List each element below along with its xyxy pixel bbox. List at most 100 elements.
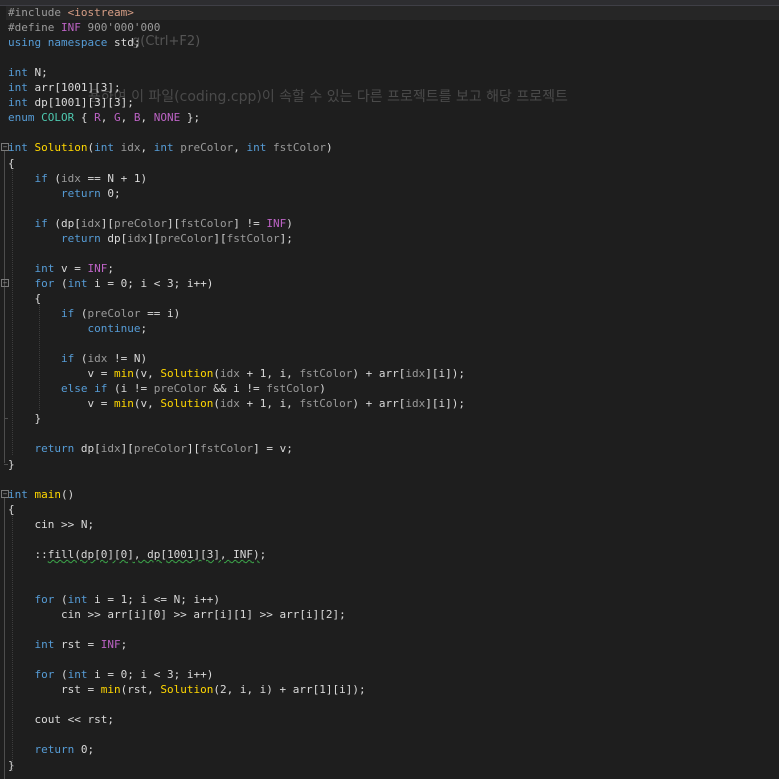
code-line[interactable]: int v = INF; [8, 261, 115, 276]
code-token: return [34, 743, 75, 757]
code-line[interactable]: cin >> N; [8, 517, 94, 532]
fold-guide-line [4, 286, 5, 419]
code-token: N; [27, 66, 48, 80]
code-line[interactable]: for (int i = 0; i < 3; i++) [8, 276, 214, 291]
code-line[interactable]: cout << rst; [8, 712, 113, 727]
code-editor[interactable]: g(Ctrl+F2) 용하여 이 파일(coding.cpp)이 속할 수 있는… [0, 0, 779, 779]
code-token: (v, [133, 367, 161, 381]
code-line[interactable]: int Solution(int idx, int preColor, int … [8, 140, 333, 155]
code-token: , [100, 111, 114, 125]
code-token: dp[ [74, 442, 101, 456]
code-token: fill(dp[0][0], dp[1001][3], INF) [47, 547, 260, 561]
code-line[interactable]: return dp[idx][preColor][fstColor]; [8, 231, 293, 246]
code-token: if [60, 307, 75, 320]
code-line[interactable]: #define INF 900'000'000 [8, 20, 160, 35]
code-line[interactable]: } [8, 457, 15, 472]
code-token: Solution [160, 367, 214, 381]
code-token: idx [61, 171, 81, 185]
code-line[interactable]: int rst = INF; [8, 637, 128, 652]
code-token: } [8, 457, 15, 471]
code-token: cin >> N; [8, 517, 95, 531]
code-line[interactable]: int main() [8, 487, 74, 502]
code-line[interactable]: #include <iostream> [8, 5, 134, 20]
code-token: :: [8, 547, 48, 561]
code-line[interactable]: continue; [8, 321, 147, 336]
code-line[interactable]: { [8, 502, 15, 517]
code-token: int [8, 66, 28, 80]
code-token: , [140, 111, 154, 125]
indent-guide [39, 304, 40, 411]
code-line[interactable]: for (int i = 1; i <= N; i++) [8, 592, 220, 607]
code-token: ; [140, 322, 148, 336]
code-token: COLOR [41, 111, 75, 125]
code-token: ( [54, 592, 68, 606]
code-line[interactable]: v = min(v, Solution(idx + 1, i, fstColor… [8, 366, 465, 381]
code-token: return [60, 186, 101, 200]
code-line[interactable]: else if (i != preColor && i != fstColor) [8, 381, 326, 396]
code-line[interactable]: return 0; [8, 742, 95, 757]
code-line[interactable]: int arr[1001][3]; [8, 80, 121, 95]
code-token: && i != [206, 382, 267, 396]
code-token: { [74, 111, 95, 125]
indent-guide [12, 169, 13, 456]
code-token: v = [8, 367, 114, 381]
code-token: rst = [54, 638, 101, 652]
code-token: ]; [279, 231, 293, 245]
code-line[interactable]: if (dp[idx][preColor][fstColor] != INF) [8, 216, 293, 231]
code-line[interactable]: rst = min(rst, Solution(2, i, i) + arr[1… [8, 682, 366, 697]
code-line[interactable]: for (int i = 0; i < 3; i++) [8, 667, 214, 682]
code-token: 0; [100, 186, 121, 200]
code-line[interactable]: int N; [8, 65, 48, 80]
code-token: R [94, 111, 101, 125]
code-line[interactable]: if (idx != N) [8, 351, 147, 366]
code-line[interactable]: return 0; [8, 186, 121, 201]
code-token: preColor [160, 231, 214, 245]
code-token: ( [54, 668, 68, 682]
code-token: ( [213, 397, 220, 411]
code-token: i = 0; i < 3; i++) [87, 276, 214, 290]
code-token: fstColor [226, 231, 280, 245]
code-line[interactable]: cin >> arr[i][0] >> arr[i][1] >> arr[i][… [8, 607, 346, 622]
code-token: return [60, 231, 101, 245]
code-line[interactable]: ::fill(dp[0][0], dp[1001][3], INF); [8, 547, 266, 562]
code-token: Solution [160, 683, 214, 697]
code-token: cin >> arr[i][0] >> arr[i][1] >> arr[i][… [8, 608, 346, 621]
code-line[interactable]: return dp[idx][preColor][fstColor] = v; [8, 441, 293, 456]
code-token: int [8, 141, 28, 155]
code-token: ) [286, 216, 293, 230]
code-token: ( [54, 276, 68, 290]
code-token: ][i]); [425, 367, 466, 381]
code-token: { [8, 156, 15, 170]
code-token: rst = [8, 683, 101, 697]
code-token: fstColor [272, 141, 326, 155]
code-token: min [113, 397, 134, 411]
code-token: if [60, 352, 75, 366]
code-token: i = 1; i <= N; i++) [87, 592, 220, 606]
code-line[interactable]: if (idx == N + 1) [8, 171, 148, 186]
code-token: i = 0; i < 3; i++) [87, 668, 214, 682]
code-token: Solution [34, 141, 88, 155]
code-token: idx [127, 231, 148, 245]
code-line[interactable]: if (preColor == i) [8, 306, 180, 321]
code-line[interactable]: using namespace std; [8, 35, 140, 50]
code-token: fstColor [299, 367, 353, 381]
code-token: preColor [114, 216, 167, 230]
code-line[interactable]: int dp[1001][3][3]; [8, 95, 134, 110]
code-token: int [246, 141, 267, 155]
code-line[interactable]: v = min(v, Solution(idx + 1, i, fstColor… [8, 396, 465, 411]
code-token: fstColor [180, 216, 234, 230]
code-line[interactable]: enum COLOR { R, G, B, NONE }; [8, 110, 200, 125]
code-token: namespace [47, 36, 108, 50]
code-token: #define [8, 21, 61, 35]
code-token: ] != [233, 216, 267, 230]
code-token: INF [60, 21, 81, 35]
code-line[interactable]: { [8, 156, 15, 171]
code-token: == i) [140, 307, 181, 320]
